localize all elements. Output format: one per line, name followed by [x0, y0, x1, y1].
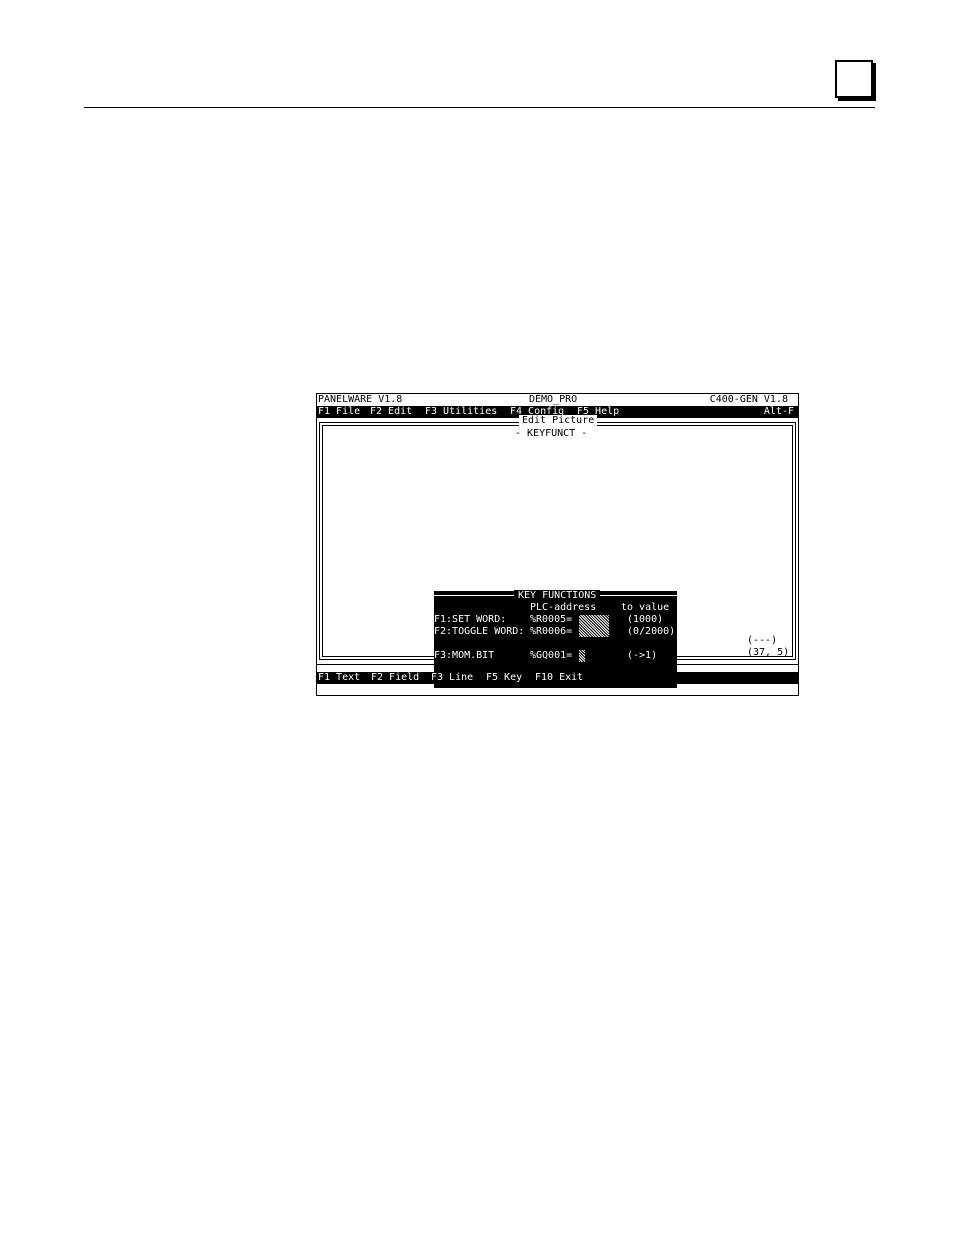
- menu-utilities[interactable]: F3 Utilities: [425, 406, 497, 418]
- fkey-key[interactable]: F5 Key: [486, 672, 522, 684]
- target-version: C400-GEN V1.8: [709, 394, 788, 405]
- app-title: PANELWARE V1.8: [318, 394, 403, 405]
- bit-field-placeholder[interactable]: [579, 650, 585, 662]
- edit-picture-title: Edit Picture: [519, 415, 598, 427]
- fkey-field[interactable]: F2 Field: [371, 672, 419, 684]
- plc-address: %GQ001=: [530, 650, 573, 661]
- key-label: F2:TOGGLE WORD:: [434, 626, 525, 637]
- target-value: (->1): [627, 650, 658, 661]
- fkey-line[interactable]: F3 Line: [431, 672, 473, 684]
- bottom-separator: [317, 664, 798, 665]
- function-key-bar: F1 Text F2 Field F3 Line F5 Key F10 Exit: [317, 672, 798, 684]
- header-to-value: to value: [621, 602, 670, 613]
- status-mode: (---): [747, 635, 778, 646]
- key-label: F3:MOM.BIT: [434, 650, 495, 661]
- target-value: (1000): [627, 614, 664, 625]
- menu-edit[interactable]: F2 Edit: [370, 406, 412, 418]
- title-bar: PANELWARE V1.8 DEMO_PRO C400-GEN V1.8: [317, 394, 798, 406]
- menu-file[interactable]: F1 File: [318, 406, 360, 418]
- cursor-position: (37, 5): [747, 647, 790, 658]
- fkey-text[interactable]: F1 Text: [318, 672, 360, 684]
- target-value: (0/2000): [627, 626, 676, 637]
- key-functions-title: KEY FUNCTIONS: [514, 590, 601, 602]
- plc-address: %R0006=: [530, 626, 573, 637]
- page-corner-marker: [835, 60, 873, 98]
- project-name: DEMO_PRO: [529, 394, 578, 405]
- value-field-placeholder[interactable]: [579, 615, 609, 637]
- edit-picture-frame: Edit Picture - KEYFUNCT - KEY FUNCTIONS …: [319, 415, 796, 688]
- panelware-screen: PANELWARE V1.8 DEMO_PRO C400-GEN V1.8 F1…: [316, 393, 799, 696]
- fkey-exit[interactable]: F10 Exit: [535, 672, 583, 684]
- header-rule: [84, 107, 875, 108]
- picture-name: - KEYFUNCT -: [515, 428, 588, 439]
- key-label: F1:SET WORD:: [434, 614, 507, 625]
- header-plc-address: PLC-address: [530, 602, 597, 613]
- plc-address: %R0005=: [530, 614, 573, 625]
- menu-shortcut-hint: Alt-F: [763, 406, 794, 417]
